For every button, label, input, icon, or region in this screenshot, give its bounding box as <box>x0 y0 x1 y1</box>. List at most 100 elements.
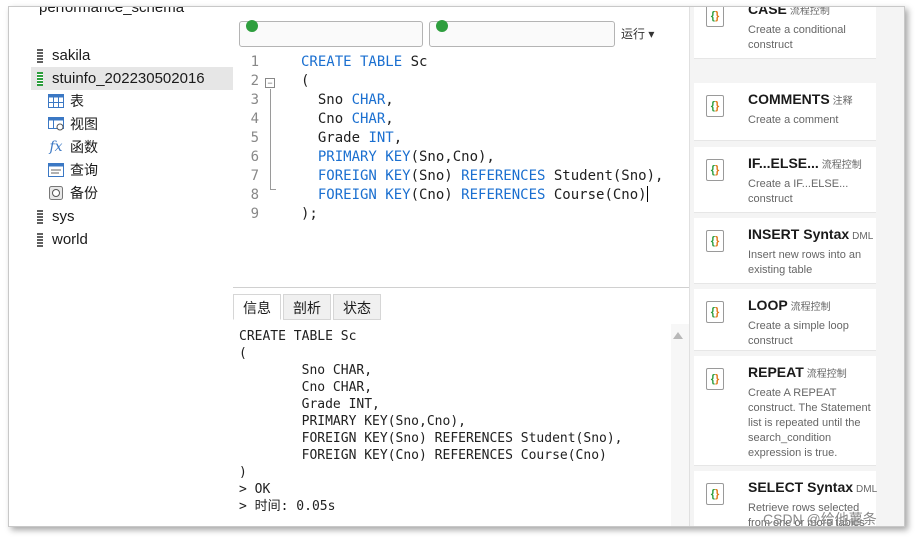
sql-text: ); <box>301 206 318 222</box>
code-line: PRIMARY KEY(Sno,Cno), <box>301 148 663 167</box>
database-select[interactable] <box>429 20 615 47</box>
line-number: 9 <box>250 206 259 222</box>
sql-text: (Cno) <box>410 187 462 203</box>
snippet-description: Create a comment <box>748 114 839 126</box>
tab-status[interactable]: 状态 <box>333 294 381 320</box>
db-item-world[interactable]: world <box>37 228 88 251</box>
view-icon <box>47 116 65 132</box>
result-panel: 信息 剖析 状态 CREATE TABLE Sc ( Sno CHAR, Cno … <box>233 287 689 526</box>
nav-object-label: 备份 <box>70 185 98 201</box>
line-number: 3 <box>250 92 259 108</box>
watermark: CSDN @给他薯条 <box>763 511 877 527</box>
line-number: 6 <box>250 149 259 165</box>
database-open-icon <box>37 71 43 86</box>
sql-keyword: CHAR <box>351 111 386 127</box>
db-item-label: world <box>52 231 88 248</box>
snippet-title: INSERT Syntax DML <box>748 226 873 242</box>
navigator-cut-item[interactable]: performance_schema <box>39 7 219 15</box>
line-number: 7 <box>250 168 259 184</box>
db-item-sakila[interactable]: sakila <box>37 44 90 67</box>
snippet-title-text: SELECT Syntax <box>748 479 854 495</box>
sql-text: (Sno) <box>410 168 462 184</box>
sql-keyword: INT <box>368 130 394 146</box>
snippet-title-text: INSERT Syntax <box>748 226 850 242</box>
snippet-panel: {} CASE 流程控制 Create a conditional construct… <box>689 6 904 526</box>
message-output: CREATE TABLE Sc ( Sno CHAR, Cno CHAR, Gra… <box>239 328 669 526</box>
code-snippet-icon: {} <box>706 7 724 27</box>
db-item-label: sys <box>52 208 75 225</box>
nav-object-queries[interactable]: 查询 <box>47 159 98 181</box>
backup-icon <box>47 185 65 201</box>
sql-text: Cno <box>301 111 352 127</box>
code-line: FOREIGN KEY(Cno) REFERENCES Course(Cno) <box>301 186 663 205</box>
database-select-icon <box>436 20 448 32</box>
line-number: 8 <box>250 187 259 203</box>
query-icon <box>47 162 65 178</box>
snippet-title-text: LOOP <box>748 297 788 313</box>
output-line: ) <box>239 465 247 480</box>
nav-object-label: 查询 <box>70 162 98 178</box>
snippet-title-text: REPEAT <box>748 364 804 380</box>
tab-profile[interactable]: 剖析 <box>283 294 331 320</box>
snippet-tag: 流程控制 <box>790 302 831 313</box>
code-line: FOREIGN KEY(Sno) REFERENCES Student(Sno)… <box>301 167 664 186</box>
snippet-title: LOOP 流程控制 <box>748 297 831 313</box>
result-tabs: 信息 剖析 状态 <box>233 294 383 320</box>
line-number: 2 <box>250 73 259 89</box>
sql-keyword: CHAR <box>351 92 386 108</box>
sql-text: Course(Cno) <box>545 187 647 203</box>
db-item-label: sakila <box>52 47 91 64</box>
fold-toggle-icon[interactable]: − <box>265 78 275 88</box>
snippet-description: Create a simple loop construct <box>748 320 849 347</box>
run-button[interactable]: 运行 ▾ <box>621 25 654 42</box>
code-line: ( <box>301 72 663 91</box>
text-caret <box>646 186 648 202</box>
db-item-sys[interactable]: sys <box>37 205 75 228</box>
nav-object-backups[interactable]: 备份 <box>47 182 98 204</box>
code-line: Grade INT, <box>301 129 663 148</box>
snippet-item[interactable]: {} INSERT Syntax DML Insert new rows into a… <box>694 218 876 284</box>
snippet-title: SELECT Syntax DML <box>748 479 877 495</box>
line-number-gutter: 1 2 3 4 5 6 7 8 9 <box>233 53 283 224</box>
snippet-description: Create a conditional construct <box>748 24 846 51</box>
snippet-item[interactable]: {} COMMENTS 注释 Create a comment <box>694 83 876 141</box>
connection-select[interactable] <box>239 20 423 47</box>
nav-object-views[interactable]: 视图 <box>47 113 98 135</box>
database-icon <box>37 232 43 247</box>
snippet-title-text: IF...ELSE... <box>748 155 819 171</box>
code-snippet-icon: {} <box>706 368 724 390</box>
code-line: Cno CHAR, <box>301 110 663 129</box>
sql-keyword: FOREIGN KEY <box>301 187 411 203</box>
snippet-item[interactable]: {} REPEAT 流程控制 Create A REPEAT construct. T… <box>694 356 876 466</box>
tab-message[interactable]: 信息 <box>233 294 281 320</box>
sql-text: , <box>385 92 394 108</box>
snippet-title-text: CASE <box>748 6 787 17</box>
sql-text: Sno <box>301 92 352 108</box>
sql-editor[interactable]: 运行 ▾ 123456789 − CREATE TABLE Sc( Sno CH… <box>233 7 689 287</box>
output-scrollbar[interactable] <box>671 324 689 526</box>
code-snippet-icon: {} <box>706 230 724 252</box>
snippet-item[interactable]: {} LOOP 流程控制 Create a simple loop construct <box>694 289 876 351</box>
app-window: performance_schema sakila stuinfo_202230… <box>8 6 905 527</box>
sql-text: (Sno,Cno), <box>410 149 495 165</box>
code-line: Sno CHAR, <box>301 91 663 110</box>
snippet-tag: DML <box>856 484 878 495</box>
scroll-up-icon[interactable] <box>673 332 683 339</box>
nav-object-label: 表 <box>70 93 84 109</box>
code-snippet-icon: {} <box>706 159 724 181</box>
line-number: 1 <box>250 54 259 70</box>
connection-icon <box>246 20 258 32</box>
snippet-tag: 流程控制 <box>789 6 830 17</box>
nav-object-tables[interactable]: 表 <box>47 90 84 112</box>
snippet-item[interactable]: {} IF...ELSE... 流程控制 Create a IF...ELSE... … <box>694 147 876 213</box>
sql-text: Sc <box>402 54 428 70</box>
db-item-stuinfo[interactable]: stuinfo_202230502016 <box>31 67 233 90</box>
sql-keyword: REFERENCES <box>461 187 546 203</box>
nav-object-label: 函数 <box>70 139 98 155</box>
code-area[interactable]: CREATE TABLE Sc( Sno CHAR, Cno CHAR, Gra… <box>301 53 663 224</box>
line-number: 4 <box>250 111 259 127</box>
output-line: Grade INT, <box>239 397 380 412</box>
nav-object-functions[interactable]: fx 函数 <box>47 136 98 158</box>
snippet-item[interactable]: {} CASE 流程控制 Create a conditional construct <box>694 6 876 59</box>
snippet-description: Insert new rows into an existing table <box>748 249 862 276</box>
